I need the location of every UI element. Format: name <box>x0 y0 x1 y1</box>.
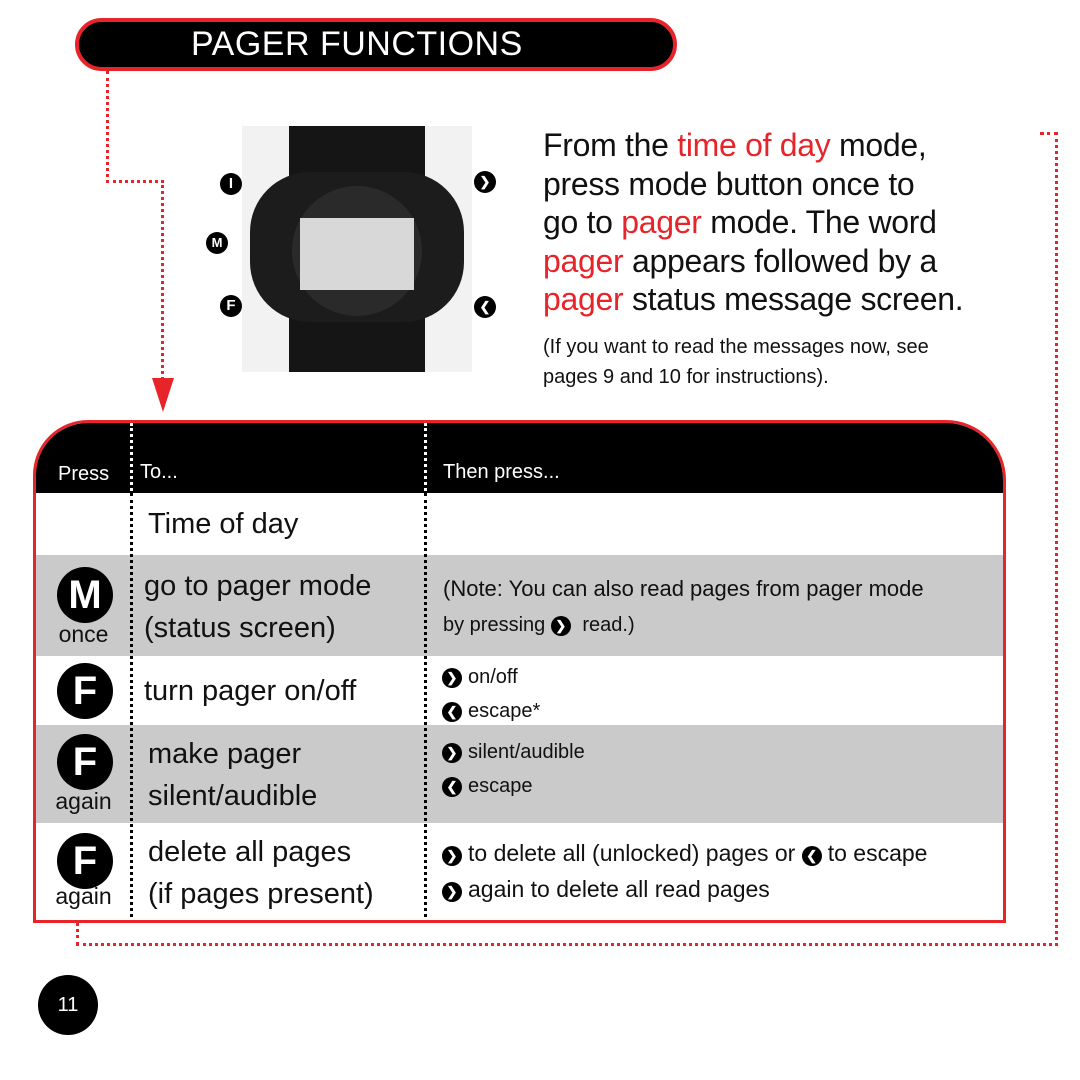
table-row: F again delete all pages (if pages presen… <box>36 823 1003 920</box>
header-to: To... <box>140 461 178 483</box>
table-row: F again make pager silent/audible ❯ silent… <box>36 725 1003 823</box>
table-row: M once go to pager mode (status screen) (… <box>36 555 1003 656</box>
f-button-icon: F <box>57 734 113 790</box>
page-number: 11 <box>38 975 98 1035</box>
arrow-down-icon <box>152 378 174 412</box>
right-button-icon: ❯ <box>442 846 462 866</box>
dotted-connector <box>1055 132 1058 946</box>
header-then: Then press... <box>443 461 560 483</box>
right-button-icon: ❯ <box>474 171 496 193</box>
dotted-connector <box>76 943 1058 946</box>
column-divider <box>424 493 427 920</box>
dotted-connector <box>106 180 164 183</box>
dotted-connector <box>106 71 109 183</box>
functions-table: Press To... Then press... Time of day M … <box>33 420 1006 923</box>
intro-text: From the time of day mode, press mode bu… <box>543 127 964 317</box>
i-button-icon: I <box>220 173 242 195</box>
left-button-icon: ❮ <box>442 702 462 722</box>
table-row: F turn pager on/off ❯ on/off ❮ escape* <box>36 656 1003 725</box>
table-header: Press To... Then press... <box>36 423 1003 493</box>
f-button-icon: F <box>57 663 113 719</box>
f-button-icon: F <box>57 833 113 889</box>
m-button-icon: M <box>57 567 113 623</box>
page-title: PAGER FUNCTIONS <box>75 18 677 71</box>
header-press: Press <box>58 463 110 485</box>
dotted-connector <box>161 180 164 380</box>
dotted-connector <box>76 922 79 946</box>
right-button-icon: ❯ <box>442 882 462 902</box>
right-button-icon: ❯ <box>550 616 571 636</box>
m-button-icon: M <box>206 232 228 254</box>
left-button-icon: ❮ <box>442 777 462 797</box>
f-button-icon: F <box>220 295 242 317</box>
right-button-icon: ❯ <box>442 743 462 763</box>
table-row: Time of day <box>148 508 299 540</box>
left-button-icon: ❮ <box>801 846 822 866</box>
intro-note: (If you want to read the messages now, s… <box>543 336 929 388</box>
right-button-icon: ❯ <box>442 668 462 688</box>
watch-image <box>242 126 472 372</box>
left-button-icon: ❮ <box>474 296 496 318</box>
watch-screen <box>300 218 414 290</box>
column-divider <box>130 493 133 920</box>
